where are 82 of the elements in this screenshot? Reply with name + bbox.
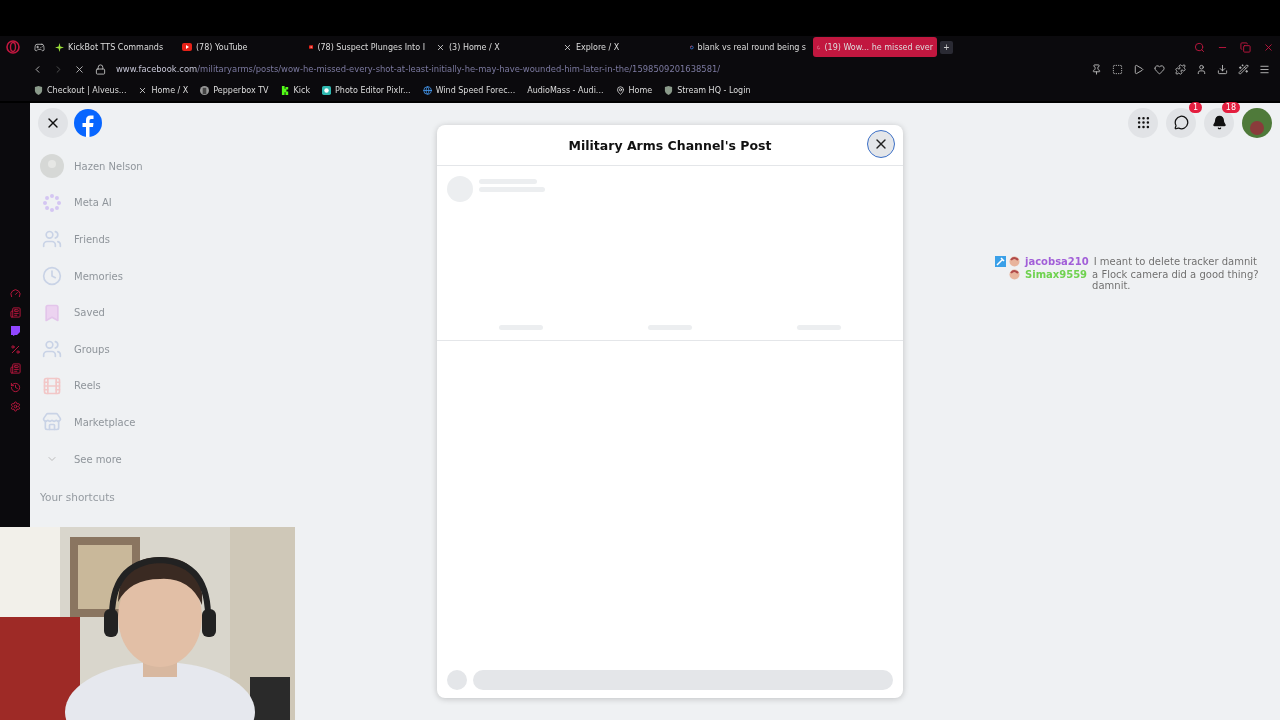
browser-tab[interactable]: KickBot TTS Commands [51, 37, 175, 57]
figure-icon [200, 86, 210, 95]
bookmark-link[interactable]: Home [615, 86, 653, 95]
browser-tab[interactable]: Explore / X [559, 37, 683, 57]
facebook-logo[interactable] [74, 108, 102, 137]
count-badge: 18 [1221, 101, 1240, 113]
x-icon [563, 42, 572, 52]
new-tab-button[interactable]: + [940, 40, 953, 54]
settings-icon[interactable] [9, 401, 21, 412]
pin-icon [615, 86, 625, 95]
kick-icon [280, 86, 290, 95]
clock-icon [42, 266, 62, 287]
browser-tab[interactable]: (78) Suspect Plunges Into I [305, 37, 429, 57]
friends-icon [42, 229, 62, 250]
dialog-title: Military Arms Channel's Post [568, 137, 772, 153]
play-icon [309, 43, 314, 51]
browser-tab[interactable]: blank vs real round being s [686, 37, 810, 57]
comment-field[interactable] [473, 670, 893, 690]
groups-icon [42, 339, 62, 360]
bookmark-link[interactable]: AudioMass - Audi... [527, 86, 604, 95]
grid-icon [1135, 115, 1151, 130]
browser-tab[interactable]: (3) Home / X [432, 37, 556, 57]
opera-icon[interactable] [6, 40, 20, 54]
percent-icon[interactable] [9, 344, 21, 355]
shield-icon [34, 86, 43, 95]
star-icon [55, 42, 64, 52]
download-icon[interactable] [1217, 63, 1228, 75]
play-icon [182, 43, 192, 51]
snapshot-icon[interactable] [1112, 63, 1123, 75]
chat-username: Simax9559 [1025, 269, 1088, 280]
shop-icon [42, 412, 62, 433]
count-badge: 1 [1188, 101, 1202, 113]
apps-button[interactable] [1128, 107, 1158, 138]
meta-ai-icon [41, 191, 63, 214]
messenger-button[interactable] [1166, 107, 1196, 138]
reels-icon [42, 375, 62, 396]
loading-placeholder [447, 670, 467, 690]
history-icon[interactable] [9, 382, 21, 393]
gauge-icon[interactable] [9, 288, 21, 299]
avatar-icon [40, 154, 64, 179]
send-icon[interactable] [1133, 63, 1144, 75]
close-button[interactable] [38, 107, 68, 138]
bookmark-link[interactable]: Photo Editor Pixlr... [322, 86, 411, 95]
stop-icon[interactable] [74, 63, 85, 75]
sword-icon [995, 256, 1006, 267]
bookmark-icon [42, 302, 62, 323]
section-heading: Your shortcuts [40, 491, 116, 504]
bookmark-link[interactable]: Pepperbox TV [200, 86, 269, 95]
pin-icon[interactable] [1091, 63, 1102, 75]
chat-username: jacobsa210 [1025, 256, 1089, 267]
avatar-icon[interactable] [1242, 107, 1272, 138]
panel-icon[interactable] [9, 363, 21, 374]
bookmark-link[interactable]: Checkout | Alveus... [34, 86, 127, 95]
close-icon[interactable] [1263, 41, 1274, 53]
globe-icon [422, 86, 432, 95]
chat-message: a Flock camera did a good thing? damnit. [1092, 269, 1260, 291]
bookmark-link[interactable]: Stream HQ - Login [664, 86, 751, 95]
twitch-icon[interactable] [10, 326, 20, 336]
search-icon[interactable] [1194, 41, 1205, 53]
ai-icon[interactable] [1238, 63, 1249, 75]
browser-tab[interactable]: (19) Wow... he missed ever [813, 37, 937, 57]
profile-icon[interactable] [1196, 63, 1207, 75]
x-icon [436, 42, 445, 52]
extensions-icon[interactable] [1175, 63, 1186, 75]
heart-icon[interactable] [1154, 63, 1165, 75]
bell-icon [1211, 115, 1227, 130]
bookmark-link[interactable]: Wind Speed Forec... [422, 86, 516, 95]
browser-tab[interactable]: (78) YouTube [178, 37, 302, 57]
emote-icon [1009, 269, 1020, 280]
news-icon[interactable] [9, 307, 21, 318]
chat-bubble-icon [1173, 115, 1189, 130]
bookmark-link[interactable]: Kick [280, 86, 311, 95]
x-icon [138, 86, 148, 95]
bookmark-link[interactable]: Home / X [138, 86, 189, 95]
chat-message: I meant to delete tracker damnit [1093, 256, 1257, 267]
menu-icon[interactable] [1259, 63, 1270, 75]
pixlr-icon [322, 86, 332, 95]
lock-icon [95, 63, 106, 75]
close-button[interactable] [867, 130, 895, 158]
shield-icon [664, 86, 674, 95]
gamepad-icon[interactable] [34, 41, 45, 53]
emote-icon [1009, 256, 1020, 267]
